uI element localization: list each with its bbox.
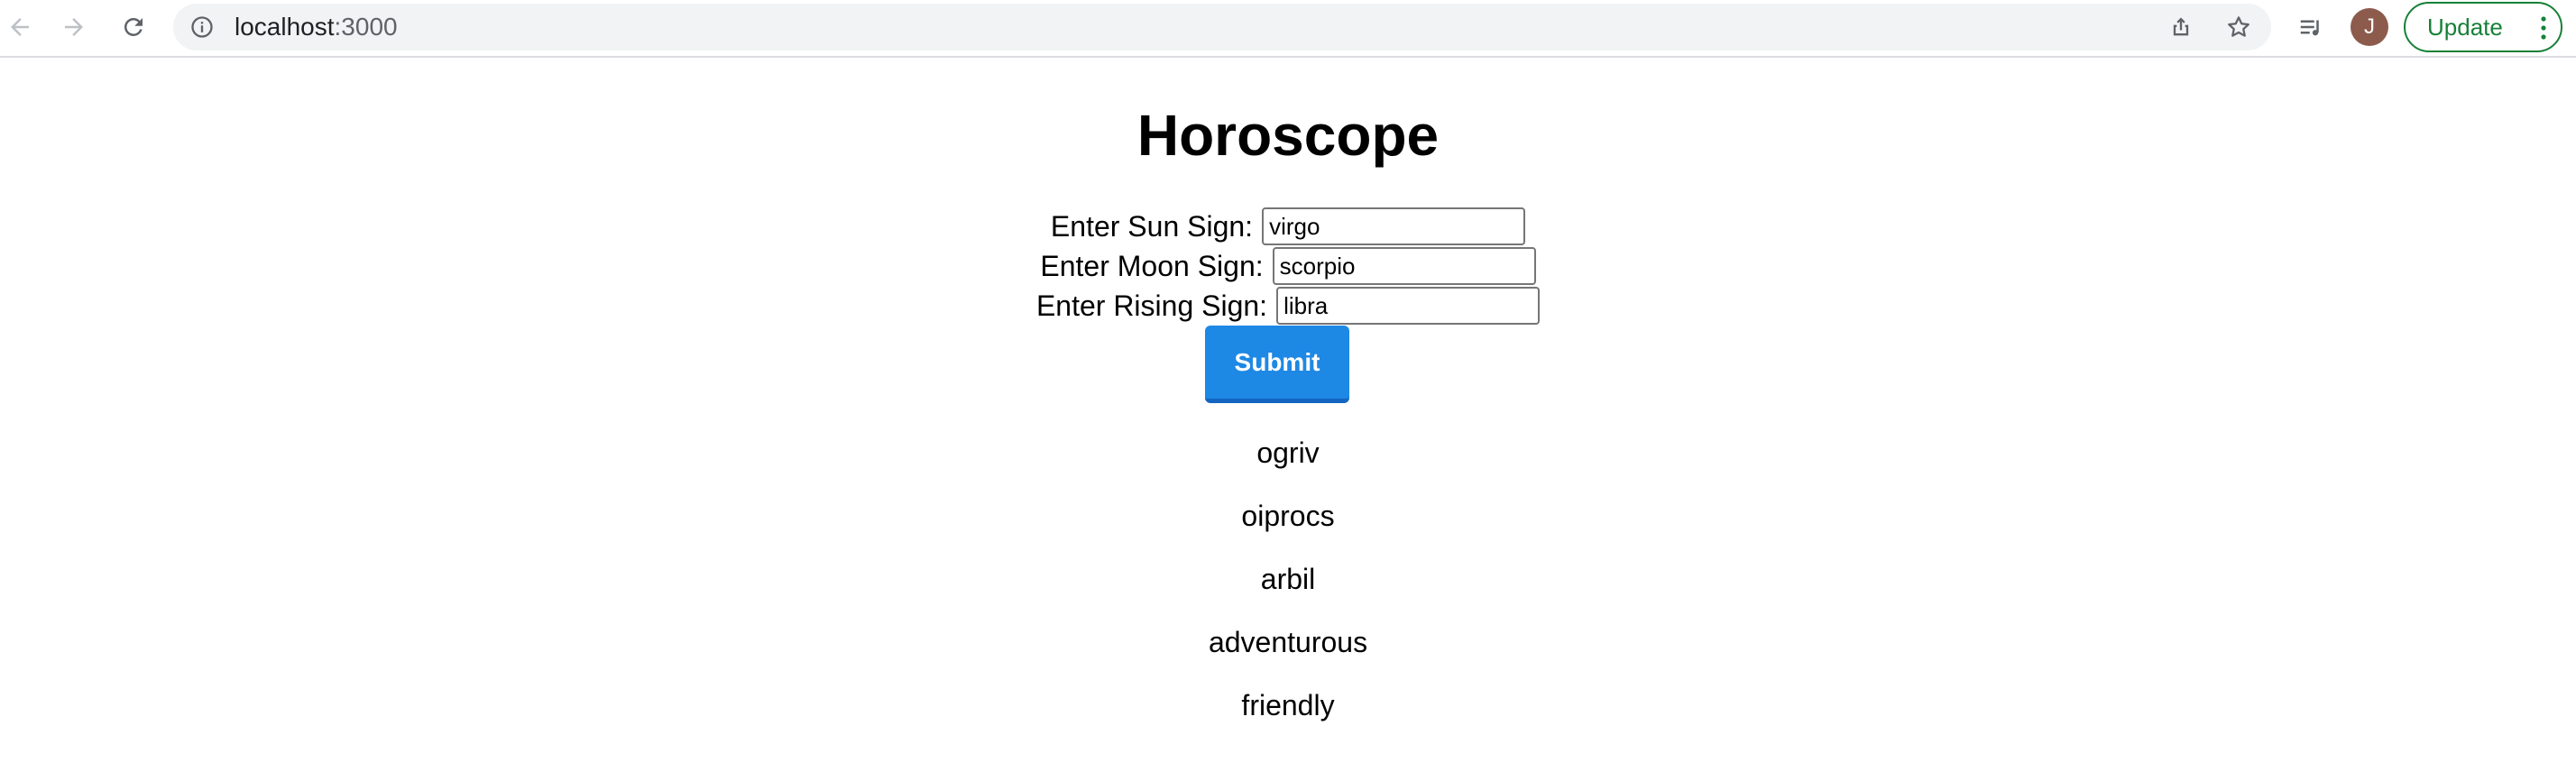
forward-arrow-icon[interactable] xyxy=(54,7,94,47)
page-title: Horoscope xyxy=(1136,103,1440,168)
result-item: arbil xyxy=(1260,563,1316,595)
moon-sign-label: Enter Moon Sign: xyxy=(1040,249,1264,282)
rising-sign-row: Enter Rising Sign: xyxy=(0,286,2576,326)
sun-sign-row: Enter Sun Sign: xyxy=(0,207,2576,246)
browser-toolbar: localhost:3000 J Update xyxy=(0,0,2576,58)
reload-icon[interactable] xyxy=(114,7,153,47)
address-bar[interactable]: localhost:3000 xyxy=(173,4,2271,51)
result-item: adventurous xyxy=(1208,626,1368,658)
url-host: localhost xyxy=(235,13,335,41)
submit-button[interactable]: Submit xyxy=(1205,326,1349,403)
url-port: :3000 xyxy=(334,13,398,41)
url-text[interactable]: localhost:3000 xyxy=(235,4,398,51)
kebab-menu-icon xyxy=(2541,16,2546,40)
star-icon[interactable] xyxy=(2219,7,2259,47)
result-item: friendly xyxy=(1241,689,1335,721)
share-icon[interactable] xyxy=(2161,7,2201,47)
rising-sign-input[interactable] xyxy=(1276,287,1541,325)
info-icon[interactable] xyxy=(189,14,215,40)
rising-sign-label: Enter Rising Sign: xyxy=(1035,289,1268,322)
update-button[interactable]: Update xyxy=(2404,2,2562,52)
profile-avatar[interactable]: J xyxy=(2351,8,2388,46)
update-label: Update xyxy=(2427,13,2503,41)
media-queue-icon[interactable] xyxy=(2291,7,2331,47)
result-item: oiprocs xyxy=(1241,500,1335,532)
moon-sign-row: Enter Moon Sign: xyxy=(0,246,2576,286)
page-content: Horoscope Enter Sun Sign: Enter Moon Sig… xyxy=(0,58,2576,781)
result-item: ogriv xyxy=(1256,436,1320,469)
sun-sign-input[interactable] xyxy=(1262,207,1526,245)
back-arrow-icon[interactable] xyxy=(0,7,40,47)
sun-sign-label: Enter Sun Sign: xyxy=(1050,209,1254,243)
moon-sign-input[interactable] xyxy=(1272,247,1536,285)
